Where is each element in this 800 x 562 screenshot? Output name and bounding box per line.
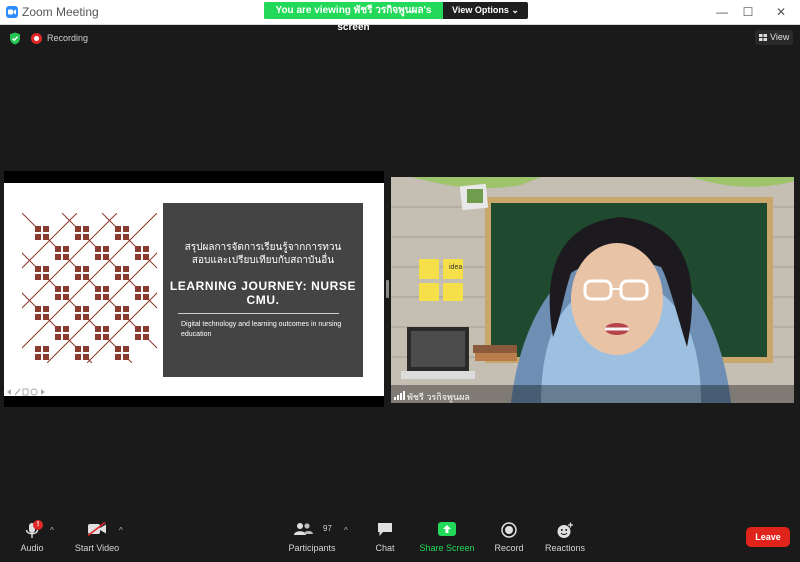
audio-options-chevron-icon[interactable]: ^ xyxy=(50,526,54,535)
shared-screen[interactable]: สรุปผลการจัดการเรียนรู้จากการทวน สอบและเ… xyxy=(4,171,384,407)
sticky-note-text: idea xyxy=(449,264,463,271)
maximize-button[interactable]: ☐ xyxy=(738,3,758,21)
slide-subtitle: Digital technology and learning outcomes… xyxy=(181,321,342,338)
audio-label: Audio xyxy=(20,543,44,553)
recording-label: Recording xyxy=(47,33,89,43)
signal-icon xyxy=(394,391,405,400)
slide-title-panel: สรุปผลการจัดการเรียนรู้จากการทวน สอบและเ… xyxy=(163,203,363,377)
record-label: Record xyxy=(494,543,524,553)
share-banner-message: You are viewing พัชรี วรกิจพูนผล's scree… xyxy=(264,2,443,33)
participants-button[interactable]: 97 Participants xyxy=(286,512,338,558)
slide-main-title: LEARNING JOURNEY: NURSE CMU. xyxy=(169,279,357,307)
record-icon xyxy=(501,522,517,538)
share-screen-label: Share Screen xyxy=(419,543,475,553)
slide-navigation-tools[interactable] xyxy=(6,388,46,396)
window-title: Zoom Meeting xyxy=(22,5,99,19)
window-titlebar: Zoom Meeting You are viewing พัชรี วรกิจ… xyxy=(0,0,800,33)
grid-view-icon xyxy=(759,34,767,41)
share-banner: You are viewing พัชรี วรกิจพูนผล's scree… xyxy=(264,2,528,33)
video-frame-graphic xyxy=(391,177,794,403)
share-screen-button[interactable]: Share Screen xyxy=(418,512,476,558)
start-video-button[interactable]: Start Video xyxy=(72,512,122,558)
view-button[interactable]: View xyxy=(755,30,793,45)
record-button[interactable]: Record xyxy=(490,512,528,558)
reactions-button[interactable]: Reactions xyxy=(542,512,588,558)
reactions-label: Reactions xyxy=(544,543,586,553)
share-screen-icon xyxy=(438,522,456,536)
meeting-toolbar: ! Audio ^ Start Video ^ 97 Participants … xyxy=(0,512,800,562)
minimize-button[interactable]: — xyxy=(712,3,732,21)
participant-name: พัชรี วรกิจพูนผล xyxy=(407,392,470,402)
lattice-pattern-graphic xyxy=(22,213,157,363)
slide-divider xyxy=(178,313,339,314)
participants-count: 97 xyxy=(323,524,332,533)
close-button[interactable]: ✕ xyxy=(771,3,791,21)
chat-button[interactable]: Chat xyxy=(368,512,402,558)
participants-options-chevron-icon[interactable]: ^ xyxy=(344,526,348,535)
slide-thai-title-line1: สรุปผลการจัดการเรียนรู้จากการทวน xyxy=(184,242,342,253)
slide-thai-title-line2: สอบและเปรียบเทียบกับสถาบันอื่น xyxy=(191,255,335,266)
panel-splitter-handle[interactable] xyxy=(386,280,389,298)
view-options-button[interactable]: View Options ⌄ xyxy=(443,2,528,19)
video-options-chevron-icon[interactable]: ^ xyxy=(119,526,123,535)
view-button-label: View xyxy=(770,32,790,42)
start-video-label: Start Video xyxy=(74,543,120,553)
participants-icon xyxy=(294,523,313,535)
chat-icon xyxy=(378,523,392,536)
participant-video-tile[interactable]: idea พัชรี วรกิจพูนผล xyxy=(391,177,794,403)
shield-check-icon[interactable] xyxy=(9,32,21,45)
participants-label: Participants xyxy=(288,543,336,553)
slide-thai-title: สรุปผลการจัดการเรียนรู้จากการทวน สอบและเ… xyxy=(169,241,357,267)
reactions-icon xyxy=(557,522,573,538)
chat-label: Chat xyxy=(375,543,395,553)
presentation-slide: สรุปผลการจัดการเรียนรู้จากการทวน สอบและเ… xyxy=(4,183,384,396)
recording-icon xyxy=(31,33,42,44)
zoom-logo-icon xyxy=(6,6,18,18)
video-off-icon xyxy=(87,522,106,536)
leave-button[interactable]: Leave xyxy=(746,527,790,547)
audio-warning-badge: ! xyxy=(33,520,43,530)
audio-button[interactable]: ! Audio xyxy=(12,512,52,558)
